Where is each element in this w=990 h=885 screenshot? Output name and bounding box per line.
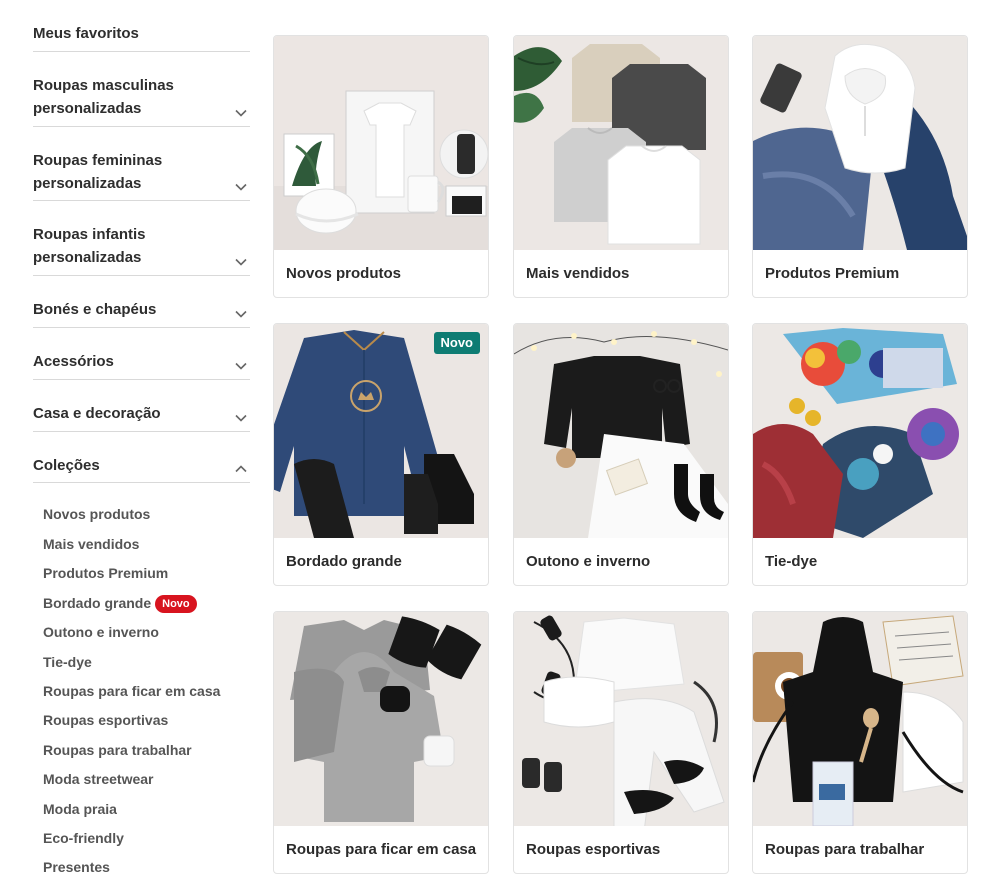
collection-link-label: Presentes — [43, 859, 110, 875]
collection-card[interactable]: Roupas para ficar em casa — [273, 611, 489, 874]
chevron-down-icon — [235, 258, 247, 266]
collection-link[interactable]: Eco-friendly — [43, 829, 124, 847]
card-label: Produtos Premium — [765, 265, 900, 282]
chevron-down-icon — [235, 183, 247, 191]
sidebar-section-kids[interactable]: Roupas infantis personalizadas — [33, 223, 250, 276]
collection-card[interactable]: Roupas esportivas — [513, 611, 729, 874]
collection-link-label: Bordado grande — [43, 595, 152, 611]
chevron-down-icon — [235, 109, 247, 117]
collection-link-label: Roupas para ficar em casa — [43, 683, 221, 699]
collection-link-label: Roupas para trabalhar — [43, 742, 192, 758]
sidebar-section-mens[interactable]: Roupas masculinas personalizadas — [33, 74, 250, 127]
collection-link-label: Novos produtos — [43, 506, 151, 522]
sidebar-section-label: Coleções — [33, 457, 100, 474]
sidebar-section-label: Roupas infantis personalizadas — [33, 226, 146, 266]
collection-card[interactable]: Mais vendidos — [513, 35, 729, 298]
sidebar-section-label: Bonés e chapéus — [33, 301, 157, 318]
collection-card[interactable]: Novo Bordado grande — [273, 323, 489, 586]
collection-link[interactable]: Presentes — [43, 858, 110, 876]
collection-link[interactable]: Moda praia — [43, 800, 117, 818]
collection-card[interactable]: Produtos Premium — [752, 35, 968, 298]
new-badge: Novo — [155, 595, 197, 613]
card-image — [274, 324, 488, 538]
collection-card[interactable]: Tie-dye — [752, 323, 968, 586]
collection-link-label: Moda streetwear — [43, 771, 154, 787]
new-badge: Novo — [433, 332, 480, 354]
card-label: Roupas esportivas — [526, 841, 661, 858]
collection-link[interactable]: Novos produtos — [43, 505, 150, 523]
card-label: Mais vendidos — [526, 265, 630, 282]
collection-card[interactable]: Outono e inverno — [513, 323, 729, 586]
collection-link-label: Mais vendidos — [43, 536, 140, 552]
card-image — [274, 36, 488, 250]
collection-link[interactable]: Mais vendidos — [43, 535, 139, 553]
card-label: Bordado grande — [286, 553, 402, 570]
card-label: Roupas para ficar em casa — [286, 841, 477, 858]
collection-link-label: Produtos Premium — [43, 565, 169, 581]
collection-link[interactable]: Roupas para trabalhar — [43, 741, 192, 759]
collection-link[interactable]: Tie-dye — [43, 653, 92, 671]
collection-link[interactable]: Moda streetwear — [43, 770, 153, 788]
collection-link[interactable]: Roupas esportivas — [43, 711, 168, 729]
sidebar-section-womens[interactable]: Roupas femininas personalizadas — [33, 149, 250, 201]
sidebar-section-collections[interactable]: Coleções — [33, 454, 250, 483]
collection-link[interactable]: Produtos Premium — [43, 564, 168, 582]
collection-card[interactable]: Novos produtos — [273, 35, 489, 298]
chevron-up-icon — [235, 465, 247, 473]
collection-link-label: Outono e inverno — [43, 624, 159, 640]
sidebar-favorites[interactable]: Meus favoritos — [33, 22, 250, 52]
sidebar-section-accessories[interactable]: Acessórios — [33, 350, 250, 380]
card-image — [274, 612, 488, 826]
collection-link-label: Eco-friendly — [43, 830, 124, 846]
collection-link-label: Moda praia — [43, 801, 117, 817]
collection-link[interactable]: Roupas para ficar em casa — [43, 682, 220, 700]
card-image — [514, 324, 728, 538]
sidebar-section-label: Roupas femininas personalizadas — [33, 152, 163, 192]
collection-link[interactable]: Bordado grande Novo — [43, 594, 197, 613]
sidebar-section-label: Roupas masculinas personalizadas — [33, 77, 174, 117]
card-label: Tie-dye — [765, 553, 818, 570]
sidebar-section-label: Acessórios — [33, 353, 114, 370]
collection-link[interactable]: Outono e inverno — [43, 623, 159, 641]
sidebar-section-home[interactable]: Casa e decoração — [33, 402, 250, 432]
chevron-down-icon — [235, 362, 247, 370]
collection-link-label: Roupas esportivas — [43, 712, 169, 728]
sidebar-favorites-label: Meus favoritos — [33, 25, 139, 42]
sidebar-section-label: Casa e decoração — [33, 405, 161, 422]
card-image — [753, 324, 967, 538]
chevron-down-icon — [235, 310, 247, 318]
chevron-down-icon — [235, 414, 247, 422]
card-label: Roupas para trabalhar — [765, 841, 925, 858]
card-image — [514, 612, 728, 826]
card-label: Outono e inverno — [526, 553, 651, 570]
collection-card[interactable]: Roupas para trabalhar — [752, 611, 968, 874]
collection-link-label: Tie-dye — [43, 654, 92, 670]
card-image — [514, 36, 728, 250]
sidebar-section-hats[interactable]: Bonés e chapéus — [33, 298, 250, 328]
card-image — [753, 36, 967, 250]
card-image — [753, 612, 967, 826]
card-label: Novos produtos — [286, 265, 401, 282]
